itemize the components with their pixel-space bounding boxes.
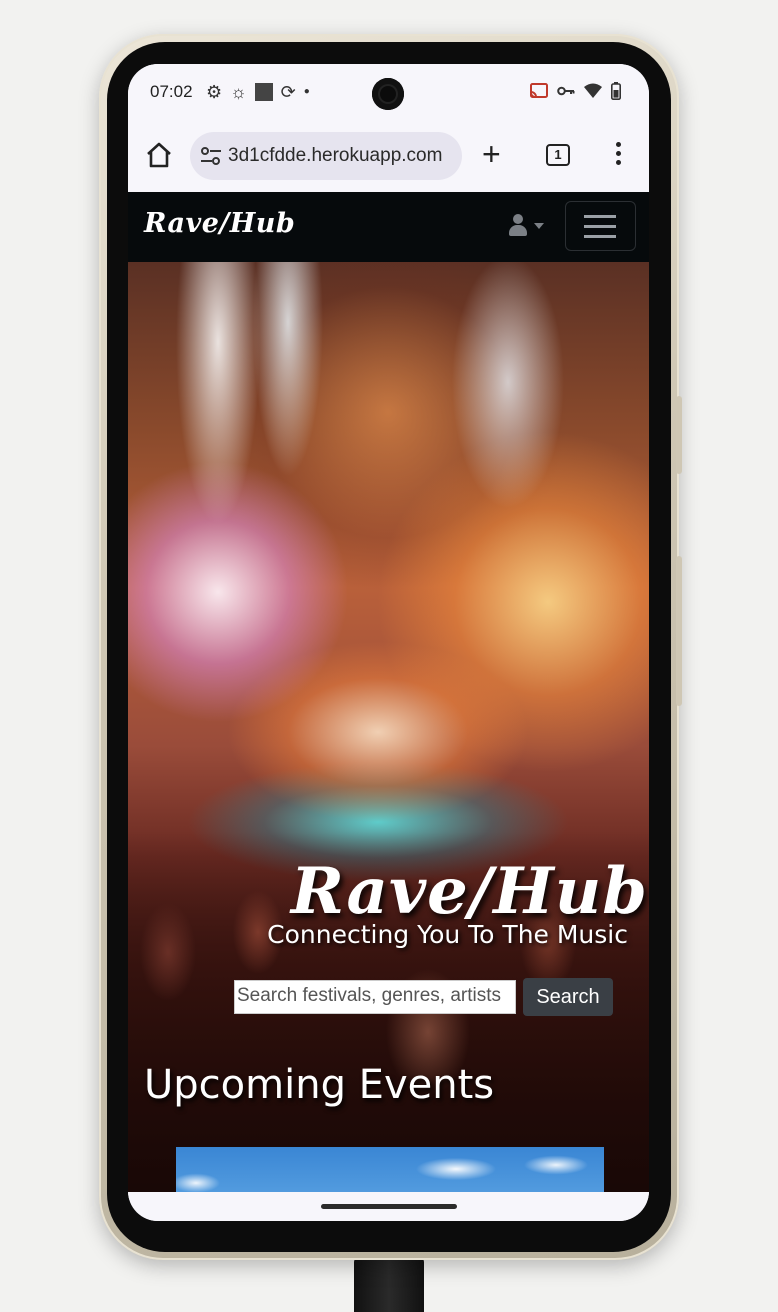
hero-section: Rave/Hub Connecting You To The Music Sea… <box>128 262 649 1192</box>
battery-icon <box>611 82 621 100</box>
site-navbar: Rave/Hub <box>128 192 649 262</box>
upcoming-events-heading: Upcoming Events <box>144 1062 495 1108</box>
status-notification-icons: ⚙ ☼ ⟳ ● <box>206 82 310 102</box>
browser-toolbar: 3d1cfdde.herokuapp.com + 1 <box>128 120 649 192</box>
home-gesture-handle[interactable] <box>321 1204 457 1209</box>
hero-title: Rave/Hub <box>290 854 648 929</box>
status-system-icons <box>529 82 621 100</box>
dot-icon: ● <box>303 86 310 97</box>
browser-menu-icon[interactable] <box>614 142 622 168</box>
site-settings-icon[interactable] <box>200 146 222 166</box>
caret-down-icon <box>534 223 544 229</box>
new-tab-button[interactable]: + <box>482 136 501 172</box>
user-icon <box>508 214 528 238</box>
cast-icon <box>530 83 548 98</box>
event-card-image[interactable] <box>176 1147 604 1192</box>
status-bar: 07:02 ⚙ ☼ ⟳ ● <box>128 64 649 120</box>
search-input[interactable]: Search festivals, genres, artists <box>234 980 516 1014</box>
wifi-icon <box>584 83 602 98</box>
volume-button <box>676 556 682 706</box>
status-time: 07:02 <box>150 82 193 101</box>
square-app-icon <box>254 83 273 101</box>
settings-outline-icon: ☼ <box>230 82 247 102</box>
user-dropdown[interactable] <box>508 214 544 238</box>
settings-gear-icon: ⚙ <box>206 82 223 102</box>
navbar-brand[interactable]: Rave/Hub <box>144 208 295 239</box>
usb-cable <box>354 1258 424 1312</box>
navbar-toggler[interactable] <box>565 201 636 251</box>
url-text: 3d1cfdde.herokuapp.com <box>228 145 443 166</box>
front-camera <box>372 78 404 110</box>
tab-switcher-button[interactable]: 1 <box>546 144 570 166</box>
phone-screen: 07:02 ⚙ ☼ ⟳ ● 3d1cfdde.herokuapp.com + 1… <box>128 64 649 1221</box>
hero-subtitle: Connecting You To The Music <box>267 920 628 949</box>
gesture-bar <box>128 1192 649 1221</box>
home-icon[interactable] <box>144 140 174 170</box>
address-bar[interactable]: 3d1cfdde.herokuapp.com <box>190 132 462 180</box>
search-button[interactable]: Search <box>523 978 613 1016</box>
sync-app-icon: ⟳ <box>280 82 296 102</box>
power-button <box>676 396 682 474</box>
vpn-key-icon <box>557 86 575 96</box>
